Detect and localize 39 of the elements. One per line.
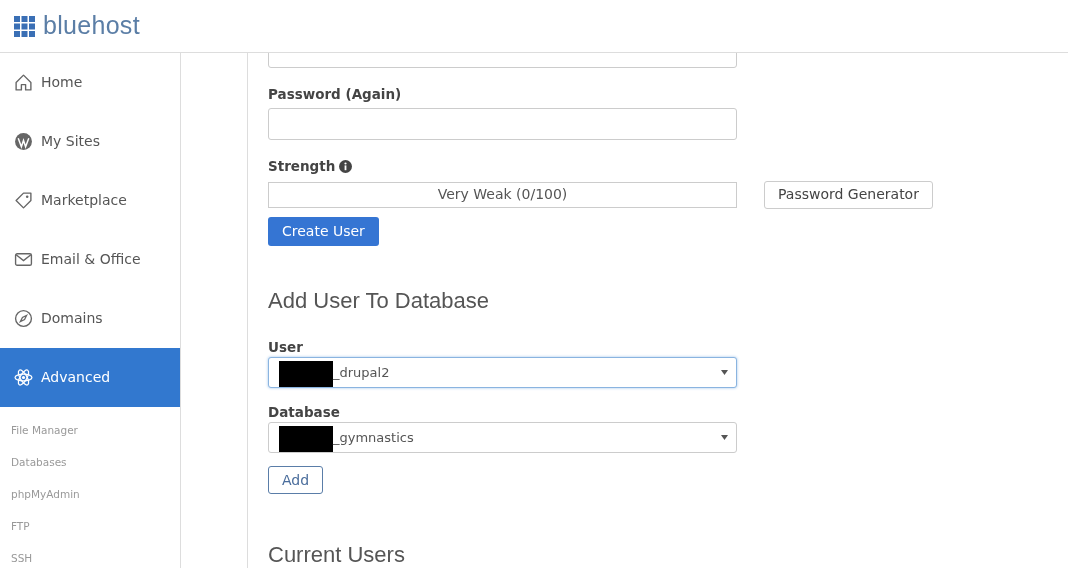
caret-icon	[721, 369, 728, 375]
compass-icon	[14, 309, 33, 328]
database-select[interactable]: _gymnastics	[268, 422, 737, 453]
redaction-mark	[279, 426, 333, 452]
redaction-mark	[279, 360, 333, 387]
sidebar-item[interactable]: Email & Office	[0, 230, 180, 289]
sidebar-item[interactable]: Marketplace	[0, 171, 180, 230]
password-generator-button[interactable]: Password Generator	[764, 180, 933, 209]
password-again-field[interactable]	[268, 108, 737, 141]
envelope-icon	[14, 250, 33, 269]
sidebar-item[interactable]: Home	[0, 53, 180, 112]
sidebar-link[interactable]: File Manager	[0, 415, 180, 447]
sidebar-item[interactable]: My Sites	[0, 112, 180, 171]
logo-icon	[14, 15, 35, 37]
sidebar-link[interactable]: Databases	[0, 447, 180, 479]
atom-icon	[14, 368, 33, 387]
add-button[interactable]: Add	[268, 466, 324, 494]
tag-icon	[14, 191, 33, 210]
user-select[interactable]: _drupal2	[268, 356, 737, 388]
sidebar-link[interactable]: SSH	[0, 543, 180, 568]
caret-icon	[721, 435, 728, 440]
info-icon[interactable]	[339, 159, 353, 173]
strength-text: Very Weak (0/100)	[437, 185, 568, 204]
create-user-button[interactable]: Create User	[268, 216, 379, 246]
select-value: _gymnastics	[333, 428, 415, 447]
section-title: Add User To Database	[268, 286, 490, 315]
select-value: _drupal2	[333, 363, 391, 382]
field-label: Database	[268, 402, 341, 422]
logo-text[interactable]: bluehost	[43, 7, 140, 45]
field-label: Strength	[268, 157, 336, 177]
sidebar-link[interactable]: FTP	[0, 511, 180, 543]
field-label: Password (Again)	[268, 85, 403, 104]
home-icon	[14, 73, 33, 92]
section-title: Current Users	[268, 541, 406, 568]
sidebar-item[interactable]: Domains	[0, 289, 180, 348]
sidebar-item[interactable]: Advanced	[0, 348, 180, 407]
field-label: User	[268, 337, 304, 357]
sidebar-link[interactable]: phpMyAdmin	[0, 479, 180, 511]
wordpress-icon	[14, 132, 33, 151]
